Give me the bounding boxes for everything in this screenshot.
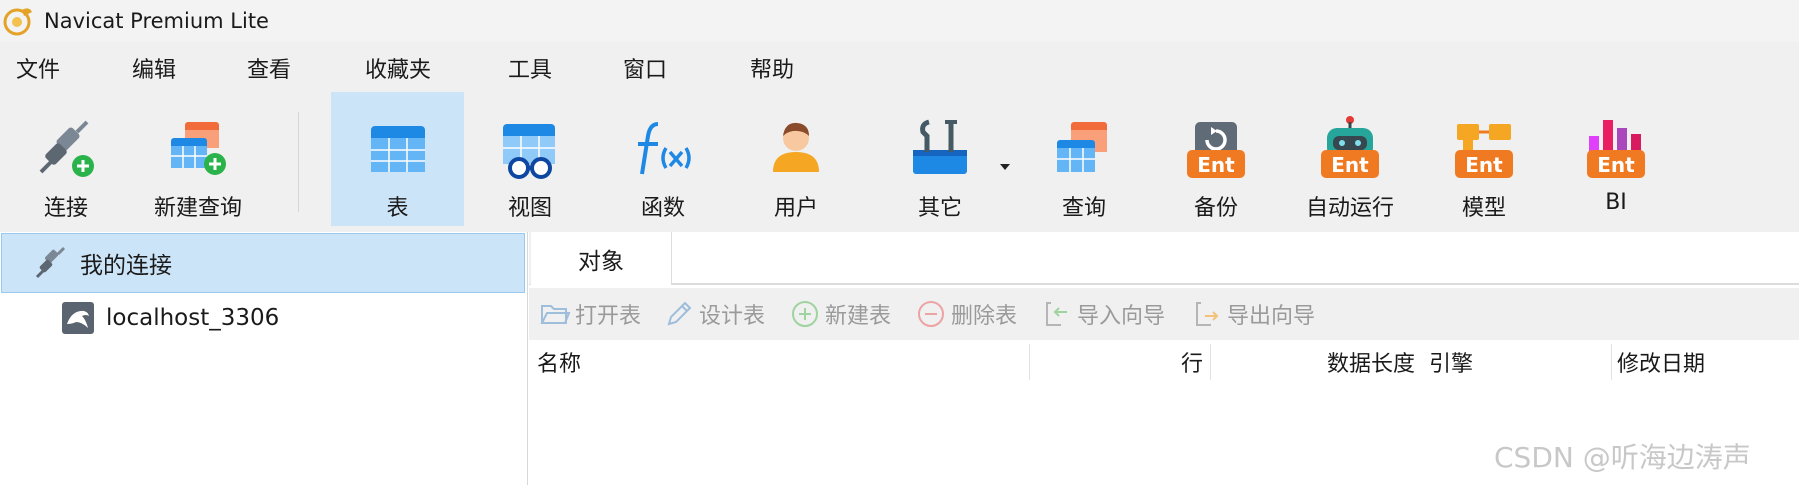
plug-connect-icon: [39, 120, 94, 177]
query-icon: [1057, 122, 1107, 172]
view-glasses-icon: [503, 124, 555, 179]
object-toolbar: 打开表 设计表 新建表 删除表 导入向导 导出向导: [529, 288, 1799, 340]
ent-badge: Ent: [1465, 153, 1503, 177]
export-wizard-button[interactable]: 导出向导: [1191, 296, 1315, 332]
query-button[interactable]: 查询: [1048, 92, 1120, 226]
connection-tree-panel: 我的连接 localhost_3306: [0, 232, 528, 485]
backup-label: 备份: [1193, 196, 1238, 221]
ent-badge: Ent: [1331, 153, 1369, 177]
backup-button[interactable]: Ent 备份: [1180, 92, 1252, 226]
connect-label: 连接: [43, 196, 88, 221]
export-icon: [1196, 302, 1219, 326]
minus-circle-icon: [918, 301, 944, 327]
other-label: 其它: [917, 196, 962, 221]
query-label: 查询: [1061, 196, 1106, 221]
menu-bar: 文件 编辑 查看 收藏夹 工具 窗口 帮助: [0, 42, 1799, 92]
model-label: 模型: [1461, 196, 1506, 221]
new-query-label: 新建查询: [153, 196, 242, 221]
title-bar: Navicat Premium Lite: [0, 0, 1799, 42]
open-table-label: 打开表: [575, 304, 642, 329]
function-label: 函数: [640, 196, 685, 221]
column-engine[interactable]: 引擎: [1429, 346, 1473, 378]
new-table-button[interactable]: 新建表: [789, 296, 891, 332]
function-button[interactable]: 函数: [622, 92, 704, 226]
window-title: Navicat Premium Lite: [44, 9, 269, 33]
delete-table-button[interactable]: 删除表: [915, 296, 1017, 332]
user-label: 用户: [773, 196, 818, 221]
menu-view[interactable]: 查看: [247, 52, 291, 84]
user-icon: [773, 122, 819, 172]
import-icon: [1046, 302, 1067, 326]
column-name[interactable]: 名称: [537, 346, 581, 378]
pencil-icon: [667, 301, 692, 326]
object-list-header: 名称 行 数据长度 引擎 修改日期: [529, 340, 1799, 384]
function-fx-icon: [638, 122, 691, 175]
model-button[interactable]: Ent 模型: [1448, 92, 1520, 226]
automation-label: 自动运行: [1305, 196, 1394, 221]
connection-name: localhost_3306: [106, 305, 280, 331]
design-table-button[interactable]: 设计表: [663, 296, 765, 332]
column-separator[interactable]: [1210, 344, 1211, 380]
import-wizard-label: 导入向导: [1077, 304, 1166, 329]
column-rows[interactable]: 行: [1181, 346, 1203, 378]
main-toolbar: 连接 新建查询 表 视图 函数 用户 其它 查询 Ent 备份 Ent 自动运行…: [0, 92, 1799, 232]
tab-strip: 对象: [529, 232, 1799, 286]
mysql-dolphin-icon: [62, 302, 94, 334]
my-connections-label: 我的连接: [80, 253, 172, 279]
delete-table-label: 删除表: [951, 304, 1018, 329]
plug-icon: [35, 246, 66, 279]
table-icon: [370, 126, 425, 172]
navicat-logo-icon: [3, 8, 32, 36]
menu-file[interactable]: 文件: [16, 52, 60, 84]
model-icon: Ent: [1455, 124, 1513, 178]
menu-favorites[interactable]: 收藏夹: [365, 52, 431, 84]
view-label: 视图: [507, 196, 552, 221]
column-data-length[interactable]: 数据长度: [1327, 346, 1415, 378]
menu-window[interactable]: 窗口: [623, 52, 667, 84]
ent-badge: Ent: [1197, 153, 1235, 177]
new-table-label: 新建表: [825, 304, 892, 329]
table-label: 表: [386, 196, 409, 221]
new-query-icon: [171, 122, 226, 175]
bi-label: BI: [1605, 190, 1627, 215]
column-separator[interactable]: [1611, 344, 1612, 380]
other-tools-icon: [913, 119, 967, 174]
connection-item[interactable]: localhost_3306: [62, 298, 279, 338]
other-button[interactable]: 其它: [904, 92, 976, 226]
column-separator[interactable]: [1029, 344, 1030, 380]
menu-help[interactable]: 帮助: [750, 52, 794, 84]
ent-badge: Ent: [1597, 153, 1635, 177]
bi-button[interactable]: Ent BI: [1580, 92, 1652, 226]
view-button[interactable]: 视图: [494, 92, 566, 226]
bi-chart-icon: Ent: [1587, 120, 1645, 178]
open-table-button[interactable]: 打开表: [539, 296, 641, 332]
menu-tools[interactable]: 工具: [508, 52, 552, 84]
import-wizard-button[interactable]: 导入向导: [1041, 296, 1165, 332]
backup-icon: Ent: [1187, 122, 1245, 178]
menu-edit[interactable]: 编辑: [132, 52, 176, 84]
new-query-button[interactable]: 新建查询: [148, 92, 248, 226]
table-button[interactable]: 表: [331, 92, 464, 226]
my-connections-node[interactable]: 我的连接: [1, 233, 525, 293]
user-button[interactable]: 用户: [758, 92, 834, 226]
column-modified-date[interactable]: 修改日期: [1617, 346, 1705, 378]
toolbar-separator: [298, 112, 299, 212]
tab-object[interactable]: 对象: [531, 232, 671, 286]
automation-robot-icon: Ent: [1321, 116, 1379, 178]
export-wizard-label: 导出向导: [1227, 304, 1316, 329]
automation-button[interactable]: Ent 自动运行: [1298, 92, 1402, 226]
tab-strip-empty-area: [671, 232, 1799, 284]
watermark: CSDN @听海边涛声: [1494, 441, 1751, 474]
folder-open-icon: [540, 305, 571, 324]
plus-circle-icon: [792, 301, 818, 327]
connect-button[interactable]: 连接: [20, 92, 112, 226]
design-table-label: 设计表: [699, 304, 766, 329]
other-dropdown-caret-icon[interactable]: [1000, 164, 1010, 170]
